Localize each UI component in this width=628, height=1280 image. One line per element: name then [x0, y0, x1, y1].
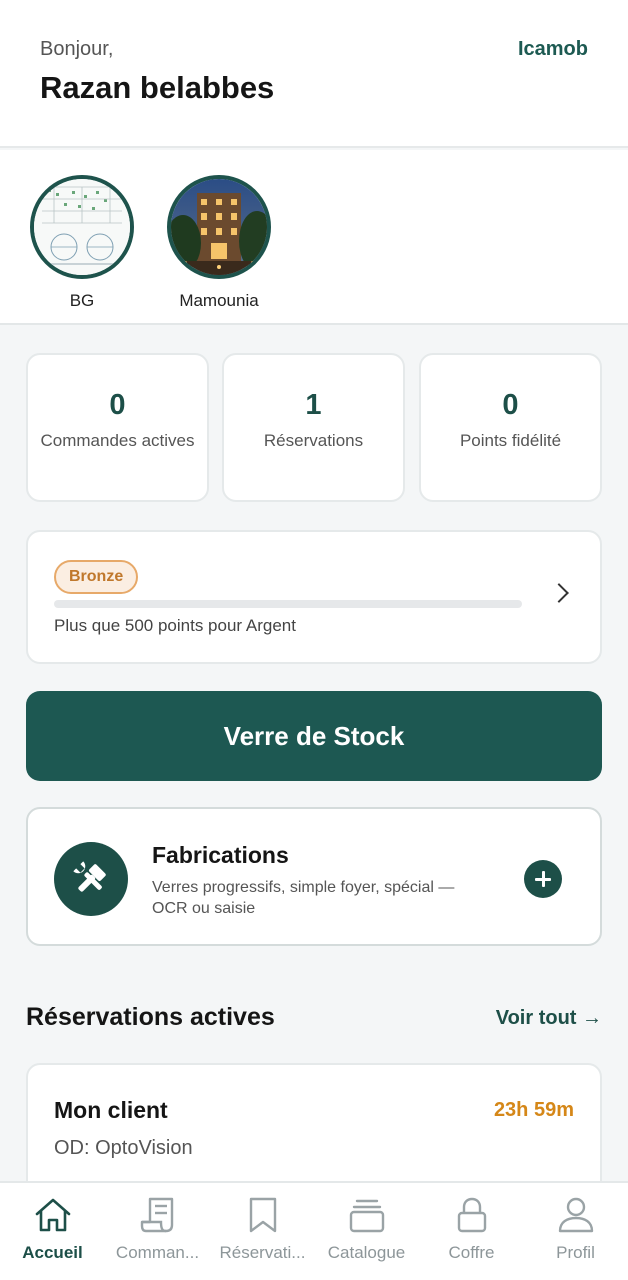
chevron-right-icon	[549, 583, 569, 603]
stat-value: 0	[109, 389, 126, 421]
brand-link[interactable]: Icamob	[518, 38, 588, 61]
story-bg[interactable]: BG	[30, 175, 134, 311]
loyalty-progress-bar	[54, 600, 522, 608]
story-mamounia[interactable]: Mamounia	[167, 175, 271, 311]
lock-icon	[457, 1197, 486, 1233]
loyalty-message: Plus que 500 points pour Argent	[54, 616, 296, 635]
nav-label: Coffre	[448, 1243, 495, 1262]
fabrications-card[interactable]: Fabrications Verres progressifs, simple …	[26, 807, 602, 946]
bookmark-icon	[249, 1197, 276, 1233]
story-mamounia-thumbnail[interactable]	[167, 175, 271, 279]
stat-label: Réservations	[263, 431, 364, 450]
section-title-reservations: Réservations actives	[26, 1003, 275, 1031]
stat-card-commandes[interactable]: 0 Commandes actives	[26, 353, 209, 502]
nav-label: Accueil	[22, 1243, 83, 1262]
bottom-nav: Accueil Comman... Réservati... Catalogue…	[0, 1181, 628, 1280]
user-name: Razan belabbes	[40, 70, 275, 105]
stat-value: 1	[305, 389, 322, 421]
tools-icon	[54, 842, 128, 916]
greeting-text: Bonjour,	[40, 38, 114, 60]
nav-item-profil[interactable]: Profil	[523, 1183, 628, 1280]
reservation-client: Mon client	[54, 1097, 168, 1123]
stock-glass-button[interactable]: Verre de Stock	[26, 691, 602, 781]
stories-row: BG Mamounia	[0, 150, 628, 325]
tier-badge: Bronze	[54, 560, 139, 594]
stat-label: Points fidélité	[459, 431, 562, 450]
nav-label: Comman...	[115, 1243, 200, 1262]
user-icon	[558, 1197, 593, 1233]
fabrications-description: Verres progressifs, simple foyer, spécia…	[152, 879, 455, 917]
story-label: BG	[69, 291, 95, 310]
stat-card-reservations[interactable]: 1 Réservations	[222, 353, 405, 502]
reservation-timer: 23h 59m	[493, 1099, 574, 1121]
nav-item-commandes[interactable]: Comman...	[105, 1183, 210, 1280]
see-all-link[interactable]: Voir tout →	[496, 1007, 602, 1030]
nav-item-reservations[interactable]: Réservati...	[210, 1183, 315, 1280]
nav-item-accueil[interactable]: Accueil	[0, 1183, 105, 1280]
add-fabrication-button[interactable]	[524, 860, 562, 898]
nav-label: Catalogue	[327, 1243, 406, 1262]
nav-label: Profil	[556, 1243, 595, 1262]
loyalty-card[interactable]: Bronze Plus que 500 points pour Argent	[26, 530, 602, 664]
fabrications-title: Fabrications	[152, 842, 289, 868]
stat-card-points[interactable]: 0 Points fidélité	[419, 353, 602, 502]
header: Bonjour, Razan belabbes Icamob	[0, 0, 628, 148]
stat-value: 0	[502, 389, 519, 421]
stat-label: Commandes actives	[40, 431, 195, 450]
nav-item-catalogue[interactable]: Catalogue	[314, 1183, 419, 1280]
story-label: Mamounia	[179, 291, 259, 310]
receipt-icon	[140, 1197, 173, 1233]
stack-icon	[349, 1199, 384, 1233]
nav-item-coffre[interactable]: Coffre	[419, 1183, 524, 1280]
reservation-od: OD: OptoVision	[54, 1137, 193, 1159]
story-bg-thumbnail[interactable]	[30, 175, 134, 279]
nav-label: Réservati...	[219, 1243, 306, 1262]
home-icon	[35, 1198, 70, 1232]
